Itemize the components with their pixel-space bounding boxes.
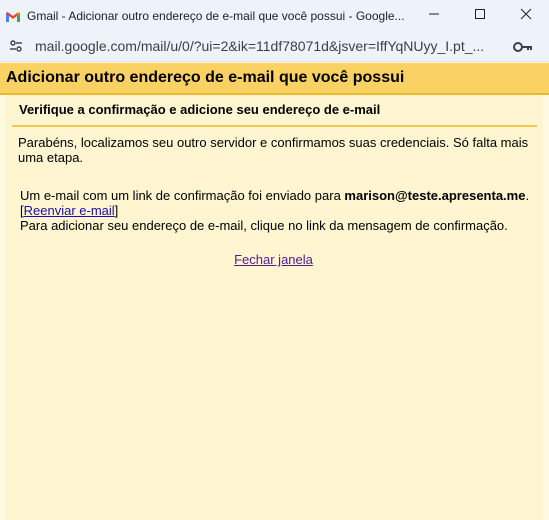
page-content: Adicionar outro endereço de e-mail que v… — [0, 63, 549, 520]
bracket-close: ] — [114, 203, 119, 218]
key-icon[interactable] — [513, 37, 533, 57]
resend-email-link[interactable]: Reenviar e-mail — [24, 203, 115, 218]
window-titlebar: Gmail - Adicionar outro endereço de e-ma… — [0, 0, 549, 31]
sent-prefix-text: Um e-mail com um link de confirmação foi… — [20, 188, 345, 203]
close-icon — [520, 7, 532, 25]
maximize-button[interactable] — [457, 0, 503, 31]
step-title: Verifique a confirmação e adicione seu e… — [19, 102, 381, 117]
congrats-text: Parabéns, localizamos seu outro servidor… — [18, 135, 529, 165]
divider — [12, 125, 537, 127]
minimize-icon — [428, 7, 440, 25]
close-window-button[interactable] — [503, 0, 549, 31]
confirmation-message: Um e-mail com um link de confirmação foi… — [20, 188, 533, 233]
gmail-logo-icon — [5, 10, 21, 22]
site-settings-icon[interactable] — [5, 35, 27, 57]
address-bar: mail.google.com/mail/u/0/?ui=2&ik=11df78… — [0, 31, 549, 62]
maximize-icon — [474, 7, 486, 25]
url-text[interactable]: mail.google.com/mail/u/0/?ui=2&ik=11df78… — [35, 38, 495, 54]
instruction-text: Para adicionar seu endereço de e-mail, c… — [20, 218, 508, 233]
close-row: Fechar janela — [6, 252, 543, 267]
minimize-button[interactable] — [411, 0, 457, 31]
window-title: Gmail - Adicionar outro endereço de e-ma… — [27, 8, 405, 23]
sent-suffix-text: . — [525, 188, 530, 203]
page-title: Adicionar outro endereço de e-mail que v… — [0, 63, 549, 95]
email-address: marison@teste.apresenta.me — [344, 188, 526, 203]
confirmation-panel: Verifique a confirmação e adicione seu e… — [6, 95, 543, 520]
close-window-link[interactable]: Fechar janela — [234, 252, 313, 267]
